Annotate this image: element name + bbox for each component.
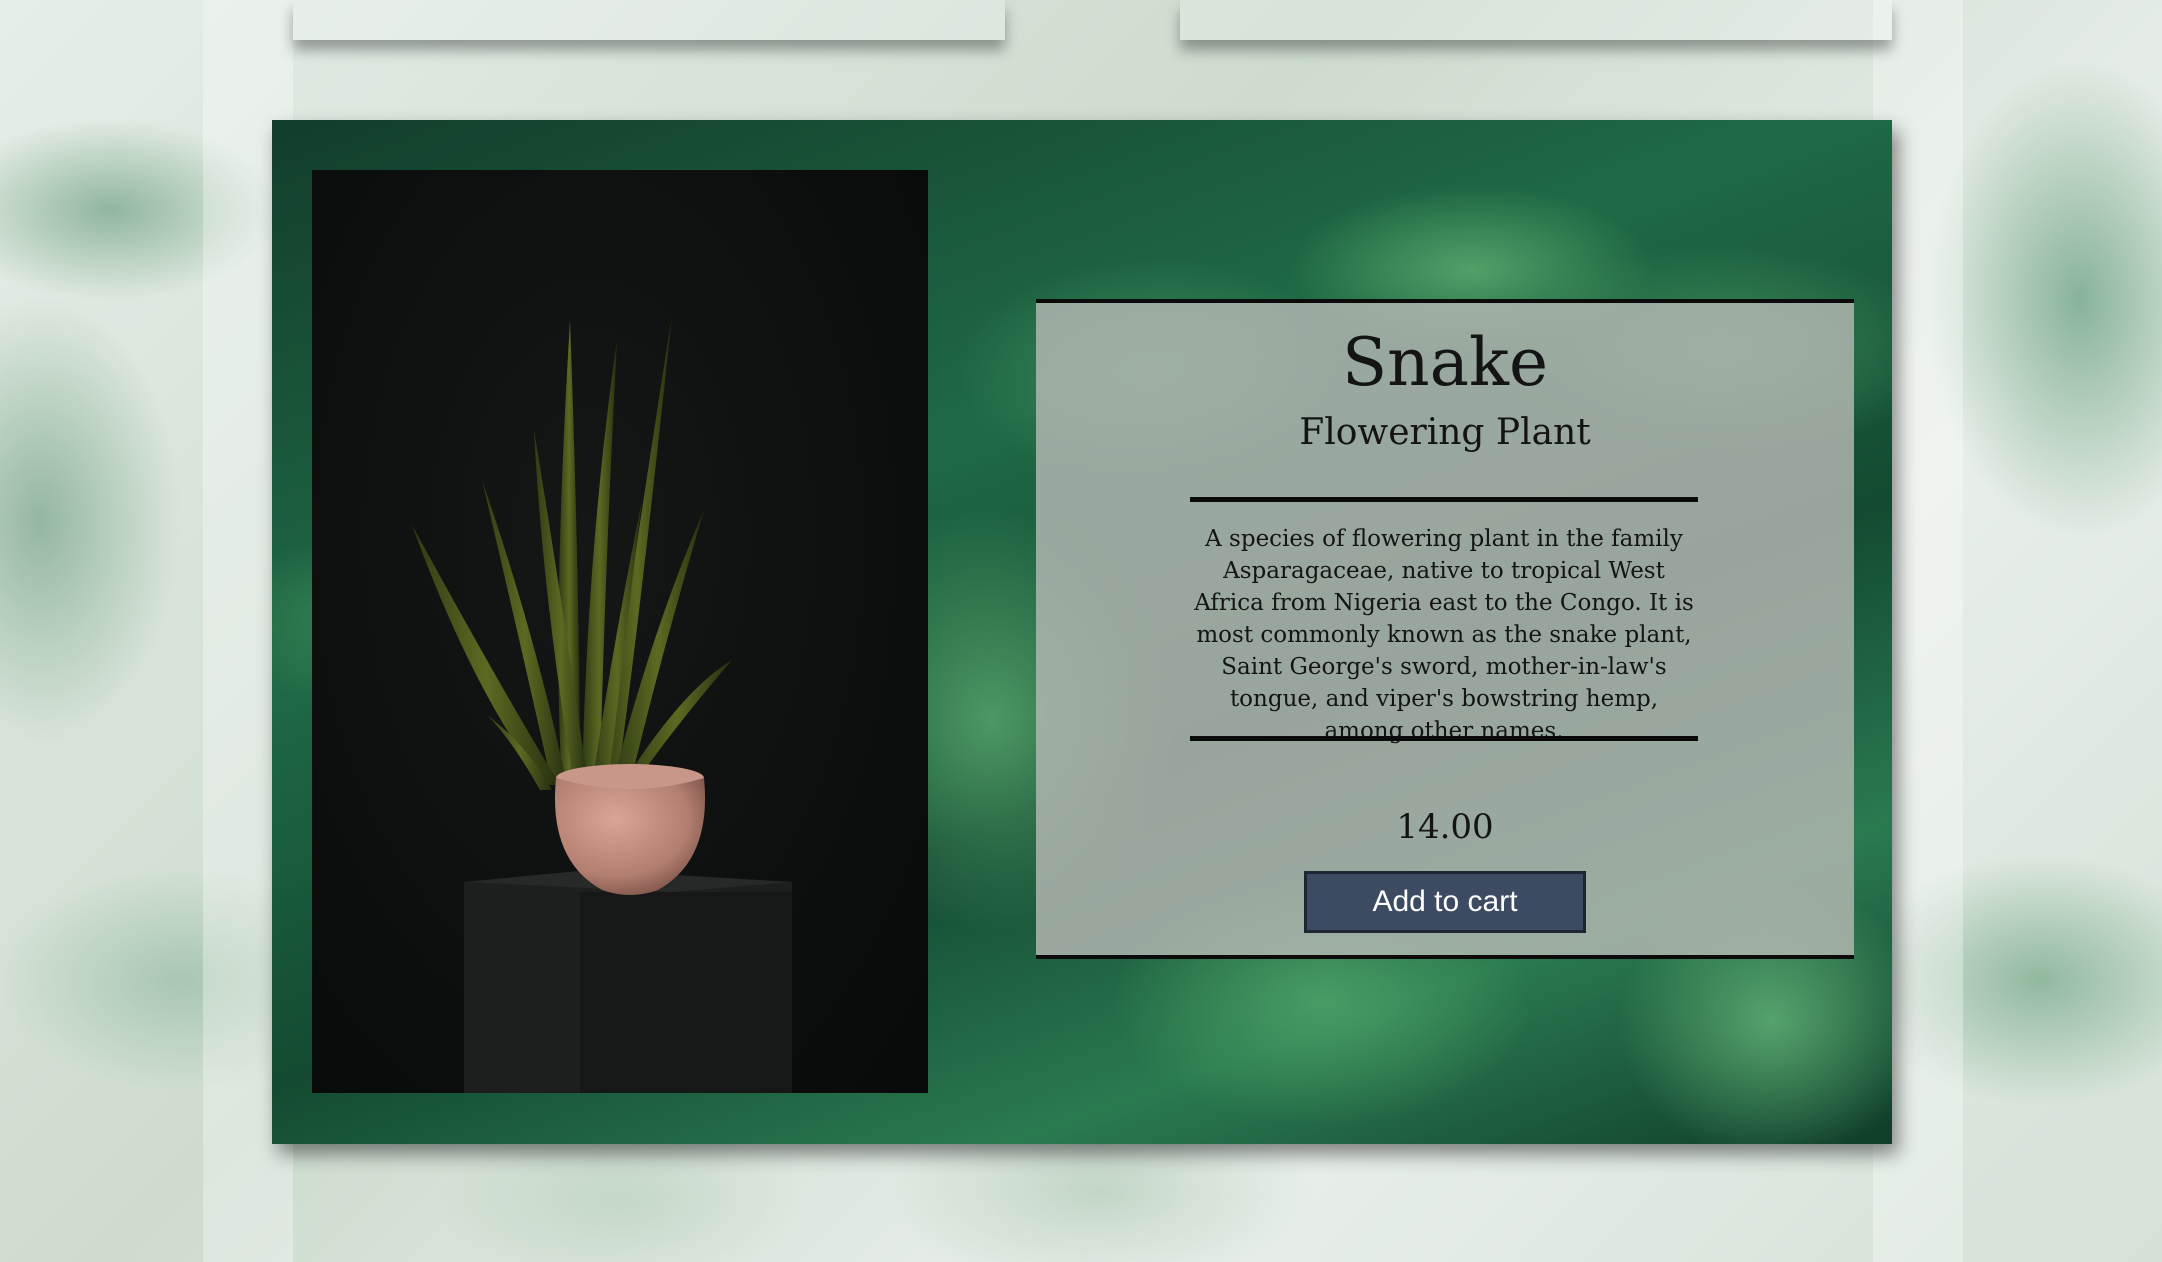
product-info-panel: Snake Flowering Plant A species of flowe…: [1036, 299, 1854, 959]
product-price: 14.00: [1396, 807, 1494, 847]
product-title: Snake: [1341, 324, 1549, 401]
divider-bottom: [1190, 736, 1698, 741]
product-description: A species of flowering plant in the fami…: [1194, 526, 1694, 744]
divider-top: [1190, 497, 1698, 502]
previous-card-edge-left: [293, 0, 1005, 40]
product-category: Flowering Plant: [1299, 412, 1591, 453]
product-card: Snake Flowering Plant A species of flowe…: [272, 120, 1892, 1144]
product-image: [312, 170, 928, 1093]
snake-plant-icon: [412, 315, 792, 1093]
add-to-cart-button[interactable]: Add to cart: [1304, 871, 1586, 933]
previous-card-edge-right: [1180, 0, 1892, 40]
